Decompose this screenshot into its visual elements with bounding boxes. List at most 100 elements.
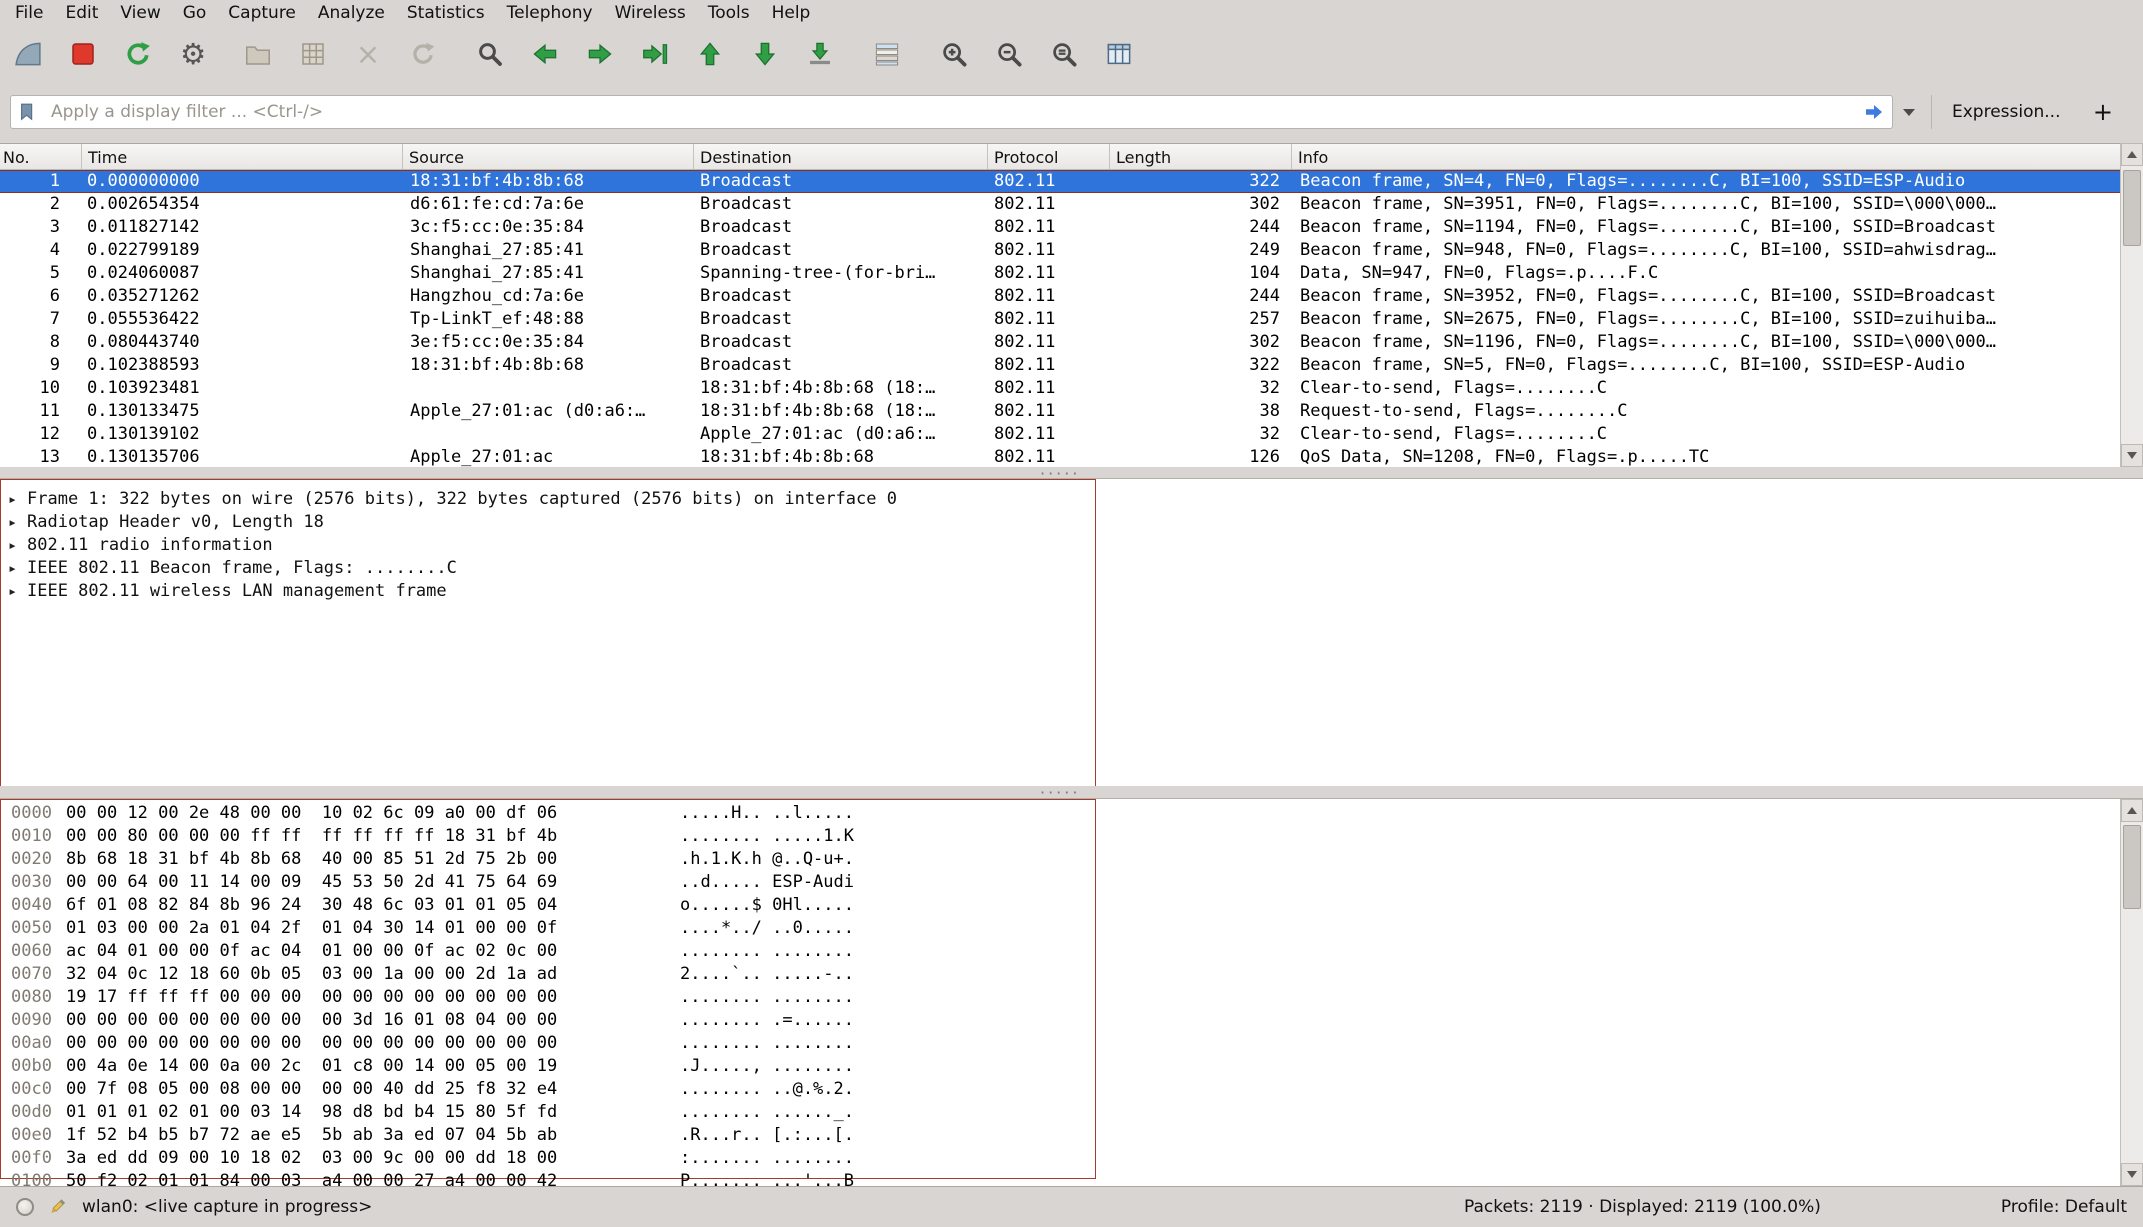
column-header-source[interactable]: Source xyxy=(403,144,694,169)
menu-item-help[interactable]: Help xyxy=(761,1,822,25)
packet-row-11[interactable]: 110.130133475Apple_27:01:ac (d0:a6:…18:3… xyxy=(0,400,2143,423)
add-filter-button[interactable]: + xyxy=(2093,95,2113,129)
scroll-up-arrow[interactable] xyxy=(2121,143,2143,166)
menu-item-telephony[interactable]: Telephony xyxy=(496,1,604,25)
save-file-button[interactable] xyxy=(293,34,333,74)
splitter-list-detail[interactable] xyxy=(0,467,2143,478)
detail-line[interactable]: ▸802.11 radio information xyxy=(0,534,2143,557)
packet-row-10[interactable]: 100.10392348118:31:bf:4b:8b:68 (18:…802.… xyxy=(0,377,2143,400)
reload-file-button[interactable] xyxy=(403,34,443,74)
detail-line[interactable]: ▸IEEE 802.11 wireless LAN management fra… xyxy=(0,580,2143,603)
hex-row[interactable]: 001000 00 80 00 00 00 ff ff ff ff ff ff … xyxy=(0,825,2143,848)
hex-row[interactable]: 010050 f2 02 01 01 84 00 03 a4 00 00 27 … xyxy=(0,1170,2143,1186)
menu-item-capture[interactable]: Capture xyxy=(217,1,307,25)
hex-row[interactable]: 009000 00 00 00 00 00 00 00 00 3d 16 01 … xyxy=(0,1009,2143,1032)
menu-item-edit[interactable]: Edit xyxy=(54,1,109,25)
menu-item-file[interactable]: File xyxy=(4,1,54,25)
scroll-thumb[interactable] xyxy=(2123,825,2141,909)
hex-row[interactable]: 00d001 01 01 02 01 00 03 14 98 d8 bd b4 … xyxy=(0,1101,2143,1124)
packet-row-6[interactable]: 60.035271262Hangzhou_cd:7a:6eBroadcast80… xyxy=(0,285,2143,308)
hex-row[interactable]: 008019 17 ff ff ff 00 00 00 00 00 00 00 … xyxy=(0,986,2143,1009)
hex-row[interactable]: 00e01f 52 b4 b5 b7 72 ae e5 5b ab 3a ed … xyxy=(0,1124,2143,1147)
capture-file-properties-icon[interactable] xyxy=(46,1196,68,1218)
zoom-in-button[interactable] xyxy=(934,34,974,74)
go-forward-button[interactable] xyxy=(580,34,620,74)
capture-options-button[interactable]: ⚙ xyxy=(173,34,213,74)
menu-item-go[interactable]: Go xyxy=(172,1,218,25)
expander-triangle-icon[interactable]: ▸ xyxy=(8,511,27,534)
menu-item-wireless[interactable]: Wireless xyxy=(604,1,697,25)
hex-row[interactable]: 00f03a ed dd 09 00 10 18 02 03 00 9c 00 … xyxy=(0,1147,2143,1170)
cell-no: 12 xyxy=(0,423,82,446)
first-packet-button[interactable] xyxy=(690,34,730,74)
hex-row[interactable]: 007032 04 0c 12 18 60 0b 05 03 00 1a 00 … xyxy=(0,963,2143,986)
packet-row-1[interactable]: 10.00000000018:31:bf:4b:8b:68Broadcast80… xyxy=(0,170,2143,193)
last-packet-button[interactable] xyxy=(745,34,785,74)
restart-capture-button[interactable] xyxy=(118,34,158,74)
scroll-down-arrow[interactable] xyxy=(2121,1163,2143,1186)
expert-info-icon[interactable] xyxy=(16,1198,34,1216)
packet-row-5[interactable]: 50.024060087Shanghai_27:85:41Spanning-tr… xyxy=(0,262,2143,285)
go-to-packet-button[interactable] xyxy=(635,34,675,74)
packet-row-4[interactable]: 40.022799189Shanghai_27:85:41Broadcast80… xyxy=(0,239,2143,262)
column-header-len[interactable]: Length xyxy=(1110,144,1292,169)
expander-triangle-icon[interactable]: ▸ xyxy=(8,557,27,580)
column-header-dest[interactable]: Destination xyxy=(694,144,988,169)
detail-line[interactable]: ▸IEEE 802.11 Beacon frame, Flags: ......… xyxy=(0,557,2143,580)
filter-dropdown-caret[interactable] xyxy=(1893,95,1925,129)
scroll-thumb[interactable] xyxy=(2123,170,2141,246)
bytes-scrollbar[interactable] xyxy=(2120,799,2143,1186)
packet-row-2[interactable]: 20.002654354d6:61:fe:cd:7a:6eBroadcast80… xyxy=(0,193,2143,216)
stop-capture-button[interactable] xyxy=(63,34,103,74)
zoom-normal-button[interactable] xyxy=(1044,34,1084,74)
start-capture-button[interactable] xyxy=(8,34,48,74)
hex-row[interactable]: 00208b 68 18 31 bf 4b 8b 68 40 00 85 51 … xyxy=(0,848,2143,871)
packet-row-3[interactable]: 30.0118271423c:f5:cc:0e:35:84Broadcast80… xyxy=(0,216,2143,239)
apply-filter-icon[interactable] xyxy=(1856,100,1892,124)
display-filter-field[interactable] xyxy=(10,95,1893,129)
packet-row-7[interactable]: 70.055536422Tp-LinkT_ef:48:88Broadcast80… xyxy=(0,308,2143,331)
scroll-down-arrow[interactable] xyxy=(2121,444,2143,467)
expander-triangle-icon[interactable]: ▸ xyxy=(8,580,27,603)
profile-selector[interactable]: Profile: Default xyxy=(2001,1197,2127,1217)
detail-line[interactable]: ▸Radiotap Header v0, Length 18 xyxy=(0,511,2143,534)
hex-row[interactable]: 00a000 00 00 00 00 00 00 00 00 00 00 00 … xyxy=(0,1032,2143,1055)
filter-bookmark-icon[interactable] xyxy=(11,101,45,123)
hex-row[interactable]: 005001 03 00 00 2a 01 04 2f 01 04 30 14 … xyxy=(0,917,2143,940)
hex-row[interactable]: 00b000 4a 0e 14 00 0a 00 2c 01 c8 00 14 … xyxy=(0,1055,2143,1078)
column-header-info[interactable]: Info xyxy=(1292,144,2143,169)
menu-item-view[interactable]: View xyxy=(109,1,171,25)
zoom-out-button[interactable] xyxy=(989,34,1029,74)
go-back-button[interactable] xyxy=(525,34,565,74)
column-header-time[interactable]: Time xyxy=(82,144,403,169)
auto-scroll-button[interactable] xyxy=(800,34,840,74)
close-file-button[interactable]: × xyxy=(348,34,388,74)
open-file-button[interactable] xyxy=(238,34,278,74)
menu-item-statistics[interactable]: Statistics xyxy=(396,1,496,25)
expression-button[interactable]: Expression... xyxy=(1931,95,2075,129)
hex-row[interactable]: 003000 00 64 00 11 14 00 09 45 53 50 2d … xyxy=(0,871,2143,894)
packet-list-scrollbar[interactable] xyxy=(2120,143,2143,467)
hex-row[interactable]: 00406f 01 08 82 84 8b 96 24 30 48 6c 03 … xyxy=(0,894,2143,917)
column-header-no[interactable]: No. xyxy=(0,144,82,169)
zoom-in-icon xyxy=(939,39,969,69)
hex-row[interactable]: 000000 00 12 00 2e 48 00 00 10 02 6c 09 … xyxy=(0,802,2143,825)
colorize-button[interactable] xyxy=(867,34,907,74)
resize-columns-button[interactable] xyxy=(1099,34,1139,74)
expander-triangle-icon[interactable]: ▸ xyxy=(8,534,27,557)
scroll-up-arrow[interactable] xyxy=(2121,799,2143,822)
menu-item-analyze[interactable]: Analyze xyxy=(307,1,396,25)
hex-row[interactable]: 00c000 7f 08 05 00 08 00 00 00 00 40 dd … xyxy=(0,1078,2143,1101)
packet-row-12[interactable]: 120.130139102Apple_27:01:ac (d0:a6:…802.… xyxy=(0,423,2143,446)
packet-row-9[interactable]: 90.10238859318:31:bf:4b:8b:68Broadcast80… xyxy=(0,354,2143,377)
packet-row-8[interactable]: 80.0804437403e:f5:cc:0e:35:84Broadcast80… xyxy=(0,331,2143,354)
splitter-detail-bytes[interactable] xyxy=(0,786,2143,798)
hex-row[interactable]: 0060ac 04 01 00 00 0f ac 04 01 00 00 0f … xyxy=(0,940,2143,963)
find-packet-button[interactable] xyxy=(470,34,510,74)
expander-triangle-icon[interactable]: ▸ xyxy=(8,488,27,511)
column-header-proto[interactable]: Protocol xyxy=(988,144,1110,169)
zoom-out-icon xyxy=(994,39,1024,69)
display-filter-input[interactable] xyxy=(45,102,1856,122)
menu-item-tools[interactable]: Tools xyxy=(697,1,761,25)
detail-line[interactable]: ▸Frame 1: 322 bytes on wire (2576 bits),… xyxy=(0,488,2143,511)
